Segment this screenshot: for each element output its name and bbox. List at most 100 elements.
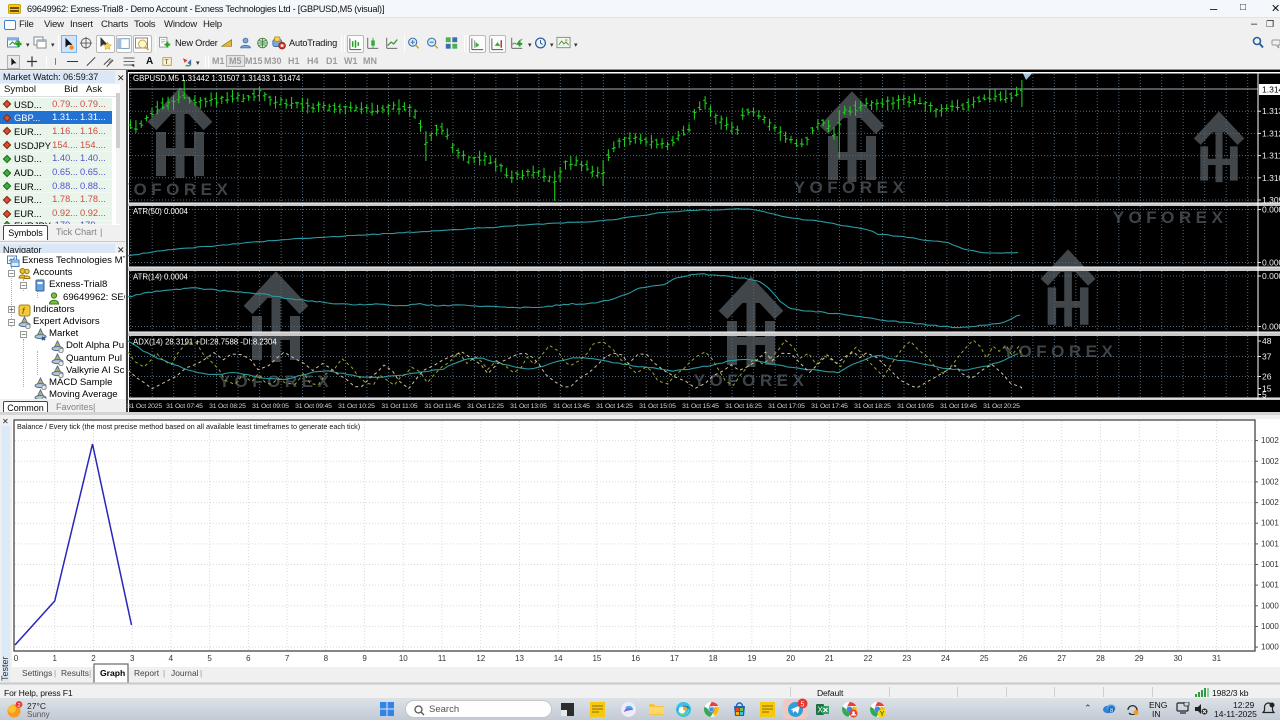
svg-text:48: 48	[1262, 336, 1272, 346]
svg-text:0.0007: 0.0007	[1262, 205, 1280, 215]
svg-text:12: 12	[476, 654, 485, 663]
svg-text:YOFOREX: YOFOREX	[1113, 208, 1228, 227]
svg-text:16: 16	[631, 654, 640, 663]
svg-text:31 Oct 17:05: 31 Oct 17:05	[768, 403, 805, 410]
svg-text:1002: 1002	[1261, 477, 1279, 486]
svg-text:YOFOREX: YOFOREX	[794, 178, 909, 197]
svg-text:31 Oct 18:25: 31 Oct 18:25	[854, 403, 891, 410]
svg-text:7: 7	[285, 654, 290, 663]
svg-text:1.3127: 1.3127	[1262, 128, 1280, 138]
svg-text:5: 5	[207, 654, 212, 663]
svg-text:Journal: Journal	[171, 668, 199, 678]
svg-text:8: 8	[1110, 708, 1113, 714]
svg-text:31 Oct 16:25: 31 Oct 16:25	[725, 403, 762, 410]
svg-text:31 Oct 13:05: 31 Oct 13:05	[510, 403, 547, 410]
svg-text:28: 28	[1096, 654, 1105, 663]
svg-text:Balance / Every tick (the most: Balance / Every tick (the most precise m…	[17, 422, 360, 431]
svg-text:26: 26	[1262, 372, 1272, 382]
svg-text:1.3117: 1.3117	[1262, 151, 1280, 161]
svg-text:29: 29	[1135, 654, 1144, 663]
svg-text:1000: 1000	[1261, 601, 1279, 610]
svg-text:19: 19	[747, 654, 756, 663]
svg-text:1000: 1000	[1261, 643, 1279, 652]
svg-text:6: 6	[246, 654, 251, 663]
svg-text:2: 2	[17, 703, 20, 709]
svg-text:1002: 1002	[1261, 457, 1279, 466]
svg-text:31 Oct 19:45: 31 Oct 19:45	[940, 403, 977, 410]
svg-text:14: 14	[554, 654, 563, 663]
svg-text:31 Oct 19:05: 31 Oct 19:05	[897, 403, 934, 410]
svg-text:17: 17	[670, 654, 679, 663]
svg-text:✕: ✕	[2, 417, 9, 426]
svg-text:ATR(14) 0.0004: ATR(14) 0.0004	[133, 273, 189, 282]
svg-text:22: 22	[864, 654, 873, 663]
svg-text:31 Oct 09:45: 31 Oct 09:45	[295, 403, 332, 410]
svg-text:ADX(14) 28.3191 +DI:28.7588 -D: ADX(14) 28.3191 +DI:28.7588 -DI:8.2304	[133, 338, 277, 347]
svg-text:31 Oct 09:05: 31 Oct 09:05	[252, 403, 289, 410]
svg-text:T: T	[165, 59, 169, 66]
svg-text:4: 4	[169, 654, 174, 663]
svg-text:10: 10	[399, 654, 408, 663]
svg-text:31 Oct 12:25: 31 Oct 12:25	[467, 403, 504, 410]
svg-text:31 Oct 08:25: 31 Oct 08:25	[209, 403, 246, 410]
svg-text:20: 20	[786, 654, 795, 663]
svg-text:Graph: Graph	[100, 668, 125, 678]
svg-text:YOFOREX: YOFOREX	[219, 372, 334, 391]
svg-text:1001: 1001	[1261, 539, 1279, 548]
svg-text:0: 0	[14, 654, 19, 663]
svg-text:31 Oct 15:05: 31 Oct 15:05	[639, 403, 676, 410]
svg-text:1002: 1002	[1261, 498, 1279, 507]
svg-text:ATR(50) 0.0004: ATR(50) 0.0004	[133, 207, 189, 216]
svg-text:21: 21	[825, 654, 834, 663]
svg-text:1.3096: 1.3096	[1262, 195, 1280, 205]
svg-text:31 Oct 11:05: 31 Oct 11:05	[381, 403, 417, 410]
svg-text:31 Oct 13:45: 31 Oct 13:45	[553, 403, 590, 410]
svg-text:27: 27	[1057, 654, 1066, 663]
svg-text:1002: 1002	[1261, 436, 1279, 445]
svg-text:37: 37	[1262, 352, 1272, 362]
svg-text:Tester: Tester	[0, 656, 10, 681]
svg-text:25: 25	[980, 654, 989, 663]
svg-text:13: 13	[515, 654, 524, 663]
svg-text:1.3147: 1.3147	[1262, 85, 1280, 95]
svg-text:31 Oct 11:45: 31 Oct 11:45	[424, 403, 460, 410]
svg-text:0.0003: 0.0003	[1262, 322, 1280, 332]
svg-text:Y: Y	[880, 711, 885, 718]
svg-text:31 Oct 10:25: 31 Oct 10:25	[338, 403, 375, 410]
svg-text:23: 23	[902, 654, 911, 663]
svg-text:0.0003: 0.0003	[1262, 258, 1280, 268]
svg-text:9: 9	[362, 654, 367, 663]
svg-text:|: |	[54, 668, 56, 678]
svg-text:GBPUSD,M5 1.31442 1.31507 1.3: GBPUSD,M5 1.31442 1.31507 1.31433 1.3147…	[133, 74, 301, 83]
svg-text:8: 8	[324, 654, 329, 663]
svg-text:1001: 1001	[1261, 560, 1279, 569]
svg-text:5: 5	[801, 702, 805, 709]
svg-text:2: 2	[91, 654, 96, 663]
svg-text:|: |	[200, 668, 202, 678]
svg-text:|: |	[163, 668, 165, 678]
svg-text:1.3106: 1.3106	[1262, 173, 1280, 183]
svg-text:11: 11	[438, 654, 447, 663]
svg-text:31 Oct 15:45: 31 Oct 15:45	[682, 403, 719, 410]
svg-text:Settings: Settings	[22, 668, 52, 678]
svg-text:1001: 1001	[1261, 519, 1279, 528]
svg-text:3: 3	[130, 654, 135, 663]
svg-text:18: 18	[709, 654, 718, 663]
svg-text:1000: 1000	[1261, 622, 1279, 631]
svg-text:31 Oct 17:45: 31 Oct 17:45	[811, 403, 848, 410]
svg-text:26: 26	[1019, 654, 1028, 663]
svg-text:|: |	[89, 668, 91, 678]
svg-text:0.0007: 0.0007	[1262, 271, 1280, 281]
svg-text:Results: Results	[61, 668, 89, 678]
svg-text:15: 15	[592, 654, 601, 663]
svg-text:31 Oct 2025: 31 Oct 2025	[127, 403, 162, 410]
svg-text:31 Oct 20:25: 31 Oct 20:25	[983, 403, 1020, 410]
svg-text:30: 30	[1173, 654, 1182, 663]
svg-text:1001: 1001	[1261, 581, 1279, 590]
svg-text:Report: Report	[134, 668, 160, 678]
svg-text:5: 5	[1262, 390, 1267, 400]
svg-text:31: 31	[1212, 654, 1221, 663]
svg-text:24: 24	[941, 654, 950, 663]
svg-text:1.3138: 1.3138	[1262, 106, 1280, 116]
svg-text:31 Oct 14:25: 31 Oct 14:25	[596, 403, 633, 410]
